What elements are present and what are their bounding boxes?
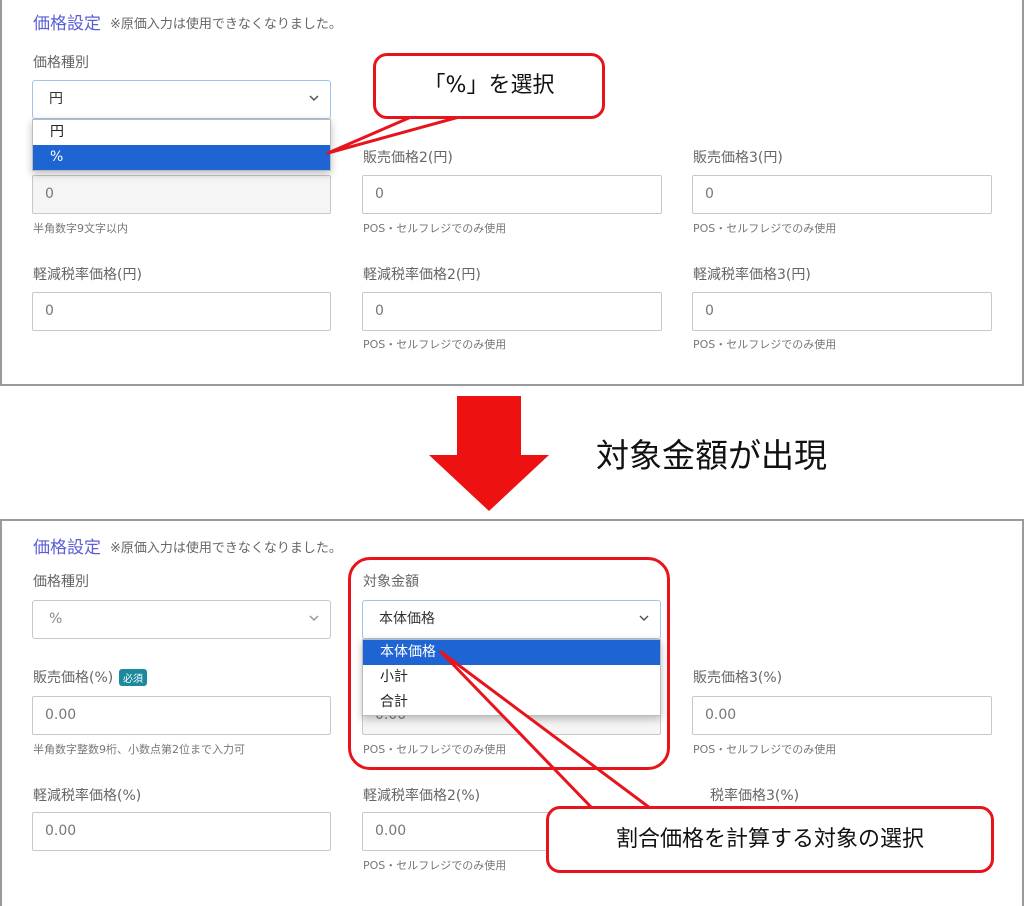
callout-target-selection: 割合価格を計算する対象の選択: [546, 806, 994, 873]
arrow-down-icon: [429, 396, 549, 511]
callout-pointer: [326, 112, 472, 155]
highlight-target-amount: [348, 557, 670, 770]
annotation-overlay: [326, 112, 652, 810]
callout-select-percent: 「%」を選択: [373, 53, 605, 119]
transition-caption: 対象金額が出現: [596, 436, 827, 475]
